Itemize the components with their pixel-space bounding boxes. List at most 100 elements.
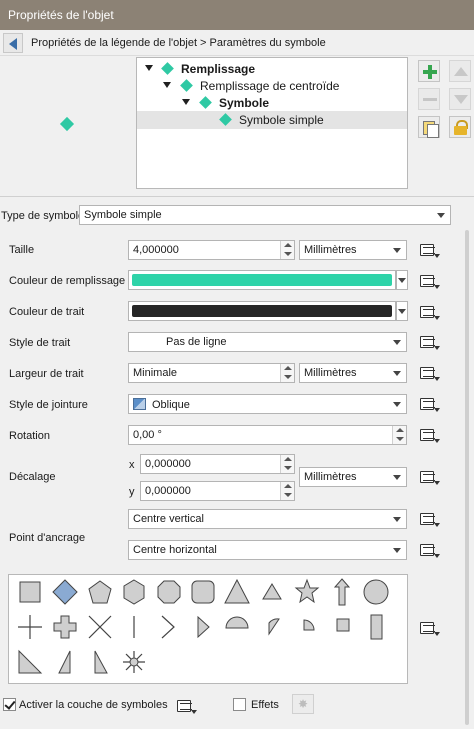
data-defined-override-icon[interactable] <box>418 242 440 258</box>
hexagon-shape-icon[interactable] <box>117 575 151 609</box>
offset-y-input[interactable]: 0,000000 <box>140 481 295 501</box>
tree-item-label: Remplissage de centroïde <box>200 79 340 93</box>
asterisk-shape-icon[interactable] <box>117 645 151 679</box>
diamond-icon <box>199 96 212 109</box>
data-defined-override-icon[interactable] <box>175 698 197 714</box>
symbol-type-select[interactable]: Symbole simple <box>79 205 451 225</box>
symbol-type-label: Type de symbole <box>1 210 85 222</box>
tree-item-symbol[interactable]: Symbole <box>137 94 407 112</box>
data-defined-override-icon[interactable] <box>418 396 440 412</box>
lock-icon[interactable] <box>449 116 471 138</box>
stroke-style-label: Style de trait <box>9 337 71 349</box>
data-defined-override-icon[interactable] <box>418 620 440 636</box>
join-style-select[interactable]: Oblique <box>128 394 407 414</box>
square-shape-icon[interactable] <box>13 575 47 609</box>
expand-arrow-icon[interactable] <box>145 65 153 71</box>
offset-x-value: 0,000000 <box>145 458 191 470</box>
triangle-shape-icon[interactable] <box>220 575 254 609</box>
spinner-icon[interactable] <box>280 241 294 259</box>
expand-arrow-icon[interactable] <box>182 99 190 105</box>
data-defined-override-icon[interactable] <box>418 365 440 381</box>
effects-checkbox[interactable] <box>233 698 246 711</box>
stroke-width-unit-select[interactable]: Millimètres <box>299 363 407 383</box>
tree-item-centroid-fill[interactable]: Remplissage de centroïde <box>137 77 407 95</box>
spinner-icon[interactable] <box>280 364 294 382</box>
stroke-width-input[interactable]: Minimale <box>128 363 295 383</box>
breadcrumb-bar: Propriétés de la légende de l'objet > Pa… <box>0 30 474 56</box>
spinner-icon[interactable] <box>392 426 406 444</box>
stroke-style-select[interactable]: Pas de ligne <box>128 332 407 352</box>
pentagon-shape-icon[interactable] <box>83 575 117 609</box>
right-triangle-shape-icon[interactable] <box>13 645 47 679</box>
half-circle-shape-icon[interactable] <box>220 610 254 644</box>
offset-unit-select[interactable]: Millimètres <box>299 467 407 487</box>
cross-shape-icon[interactable] <box>13 610 47 644</box>
small-square-shape-icon[interactable] <box>325 610 359 644</box>
move-down-icon[interactable] <box>449 88 471 110</box>
stroke-color-dropdown[interactable] <box>396 301 408 321</box>
fill-color-dropdown[interactable] <box>396 270 408 290</box>
symbol-layer-checkbox[interactable] <box>3 698 16 711</box>
data-defined-override-icon[interactable] <box>418 334 440 350</box>
third-circle-shape-icon[interactable] <box>255 610 289 644</box>
x-shape-icon[interactable] <box>83 610 117 644</box>
effects-star-icon[interactable] <box>292 694 314 714</box>
cross-fill-shape-icon[interactable] <box>48 610 82 644</box>
rotation-value: 0,00 ° <box>133 429 162 441</box>
back-arrow-icon[interactable] <box>3 33 23 53</box>
anchor-vertical-select[interactable]: Centre vertical <box>128 509 407 529</box>
data-defined-override-icon[interactable] <box>418 427 440 443</box>
marker-shape-grid[interactable] <box>8 574 408 684</box>
stroke-color-button[interactable] <box>128 301 396 321</box>
symbol-layer-label: Activer la couche de symboles <box>19 699 168 711</box>
anchor-horizontal-select[interactable]: Centre horizontal <box>128 540 407 560</box>
spinner-icon[interactable] <box>280 482 294 500</box>
tree-item-simple-symbol[interactable]: Symbole simple <box>137 111 407 129</box>
offset-x-input[interactable]: 0,000000 <box>140 454 295 474</box>
data-defined-override-icon[interactable] <box>418 542 440 558</box>
tree-item-fill[interactable]: Remplissage <box>137 60 407 78</box>
diamond-shape-icon[interactable] <box>48 575 82 609</box>
rotation-input[interactable]: 0,00 ° <box>128 425 407 445</box>
data-defined-override-icon[interactable] <box>418 511 440 527</box>
scrollbar[interactable] <box>462 200 472 727</box>
scrollbar-thumb[interactable] <box>465 230 469 725</box>
rounded-square-shape-icon[interactable] <box>186 575 220 609</box>
filled-arrowhead-shape-icon[interactable] <box>186 610 220 644</box>
data-defined-override-icon[interactable] <box>418 304 440 320</box>
add-layer-button[interactable] <box>418 60 440 82</box>
data-defined-override-icon[interactable] <box>418 273 440 289</box>
breadcrumb: Propriétés de la légende de l'objet > Pa… <box>31 37 326 49</box>
symbol-layer-tree[interactable]: Remplissage Remplissage de centroïde Sym… <box>136 57 408 189</box>
spinner-icon[interactable] <box>280 455 294 473</box>
offset-x-label: x <box>129 459 135 471</box>
chevron-down-icon <box>393 548 401 553</box>
move-up-icon[interactable] <box>449 60 471 82</box>
join-style-label: Style de jointure <box>9 399 88 411</box>
size-unit-select[interactable]: Millimètres <box>299 240 407 260</box>
size-input[interactable]: 4,000000 <box>128 240 295 260</box>
data-defined-override-icon[interactable] <box>418 469 440 485</box>
duplicate-layer-icon[interactable] <box>418 116 440 138</box>
octagon-shape-icon[interactable] <box>152 575 186 609</box>
miter-join-icon <box>133 398 146 410</box>
fill-color-button[interactable] <box>128 270 396 290</box>
line-shape-icon[interactable] <box>117 610 151 644</box>
small-triangle-shape-icon[interactable] <box>255 575 289 609</box>
arrow-shape-icon[interactable] <box>325 575 359 609</box>
chevron-down-icon <box>393 371 401 376</box>
symbol-preview <box>59 116 75 132</box>
stroke-width-value: Minimale <box>133 367 178 379</box>
left-half-triangle-shape-icon[interactable] <box>83 645 117 679</box>
quarter-circle-shape-icon[interactable] <box>290 610 324 644</box>
arrowhead-shape-icon[interactable] <box>152 610 186 644</box>
circle-shape-icon[interactable] <box>359 575 393 609</box>
tree-item-label: Symbole simple <box>239 113 324 127</box>
chevron-down-icon <box>437 213 445 218</box>
diamond-icon <box>219 113 232 126</box>
expand-arrow-icon[interactable] <box>163 82 171 88</box>
star-shape-icon[interactable] <box>290 575 324 609</box>
remove-layer-button[interactable] <box>418 88 440 110</box>
rectangle-shape-icon[interactable] <box>359 610 393 644</box>
right-half-triangle-shape-icon[interactable] <box>48 645 82 679</box>
